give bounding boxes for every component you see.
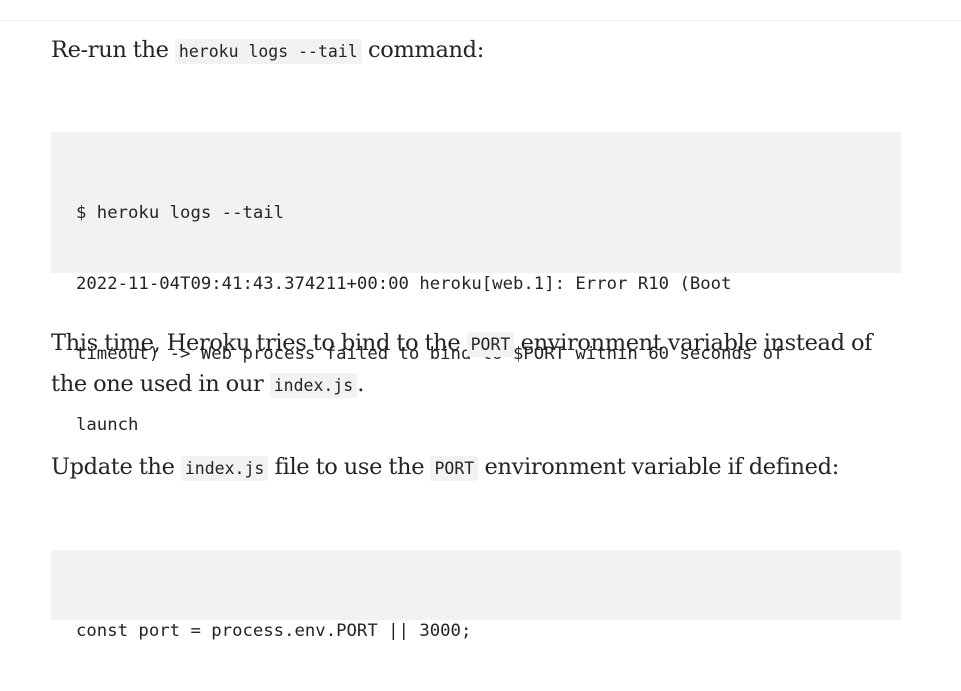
- code-block-heroku-logs-output: $ heroku logs --tail 2022-11-04T09:41:43…: [51, 132, 901, 435]
- paragraph-heroku-binds-port-line-2: the one used in our index.js.: [51, 364, 364, 406]
- inline-code-index-js: index.js: [180, 456, 269, 481]
- code-line: launch: [76, 414, 139, 435]
- text: command:: [361, 37, 484, 63]
- code-line: const port = process.env.PORT || 3000;: [76, 621, 472, 641]
- text: .: [357, 371, 364, 397]
- paragraph-rerun-logs: Re-run the heroku logs --tail command:: [51, 30, 484, 72]
- inline-code-port: PORT: [466, 332, 515, 357]
- text: environment variable instead of: [514, 330, 873, 356]
- inline-code-index-js: index.js: [269, 373, 358, 398]
- inline-code-port: PORT: [430, 456, 479, 481]
- text: the one used in our: [51, 371, 270, 397]
- paragraph-update-index-js: Update the index.js file to use the PORT…: [51, 447, 839, 489]
- code-line: 2022-11-04T09:41:43.374211+00:00 heroku[…: [76, 273, 732, 294]
- text: Re-run the: [51, 37, 175, 63]
- code-line: $ heroku logs --tail: [76, 203, 285, 223]
- code-block-const-port: const port = process.env.PORT || 3000;: [51, 550, 901, 641]
- text: environment variable if defined:: [478, 454, 840, 480]
- paragraph-heroku-binds-port-line-1: This time, Heroku tries to bind to the P…: [51, 323, 872, 365]
- text: This time, Heroku tries to bind to the: [51, 330, 467, 356]
- inline-code-heroku-logs: heroku logs --tail: [174, 39, 362, 64]
- top-divider: [0, 20, 961, 21]
- text: Update the: [51, 454, 181, 480]
- text: file to use the: [268, 454, 431, 480]
